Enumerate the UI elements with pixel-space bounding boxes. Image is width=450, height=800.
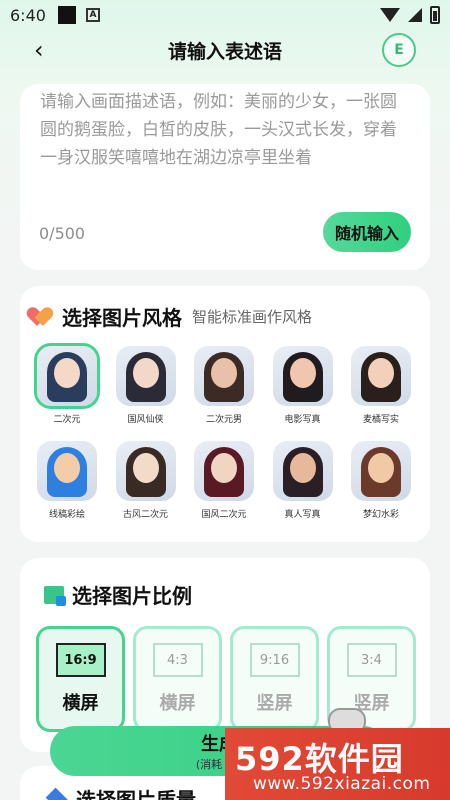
ratio-label: 横屏 [62,693,99,714]
style-subtitle: 智能标准画作风格 [192,308,313,326]
battery-icon [430,6,440,24]
watermark: 592软件园 www.592xiazai.com [225,728,450,800]
ratio-header: 选择图片比例 [44,580,192,609]
style-item[interactable]: 二次元 [34,343,100,425]
style-label: 二次元男 [205,415,242,425]
style-label: 线稿彩绘 [48,510,85,520]
style-item[interactable]: 电影写真 [272,346,333,425]
style-thumbnail[interactable] [194,441,254,501]
quality-title: 选择图片质量 [76,788,196,800]
style-item[interactable]: 国风二次元 [194,441,254,520]
style-item[interactable]: 国风仙侠 [115,346,176,425]
ratio-value: 3:4 [346,643,397,677]
back-icon[interactable]: ‹ [34,36,44,64]
ratio-option[interactable]: 4:3 横屏 [133,626,222,732]
style-thumbnail[interactable] [115,346,176,406]
random-input-button[interactable]: 随机输入 [323,212,411,252]
ratio-value: 16:9 [55,643,106,677]
ratio-option[interactable]: 9:16 竖屏 [230,626,319,732]
style-thumbnail[interactable] [34,343,100,409]
style-label: 梦幻水彩 [362,510,399,520]
style-item[interactable]: 真人写真 [272,441,333,520]
diamond-icon [45,787,69,800]
wifi-icon [380,8,400,22]
style-thumbnail[interactable] [272,346,333,406]
style-label: 真人写真 [284,510,321,520]
page-title: 请输入表述语 [167,40,282,63]
styles-grid: 二次元 国风仙侠 二次元男 电影写真 麦橘写实线稿彩绘 古风二次元 国风二次元 真人写真 梦幻水… [34,343,417,520]
signal-icon [408,8,422,22]
style-item[interactable]: 线稿彩绘 [37,441,97,520]
style-item[interactable]: 麦橘写实 [351,346,411,425]
ratio-icon [44,585,66,606]
style-thumbnail[interactable] [351,441,411,501]
ratio-option[interactable]: 16:9 横屏 [36,626,125,732]
style-label: 国风仙侠 [127,415,164,425]
ratio-label: 横屏 [159,693,196,714]
ratio-value: 4:3 [152,643,203,677]
status-time: 6:40 [10,5,46,25]
char-count: 0/500 [39,224,86,243]
guide-badge-icon[interactable]: E [382,33,416,67]
style-label: 二次元 [53,415,81,425]
style-label: 国风二次元 [201,510,247,520]
ratio-label: 竖屏 [256,693,293,714]
style-item[interactable]: 古风二次元 [115,441,176,520]
ratio-title: 选择图片比例 [72,584,192,608]
notification-square-icon [57,6,76,24]
style-thumbnail[interactable] [115,441,176,501]
prompt-card: 请输入画面描述语，例如：美丽的少女，一张圆圆的鹅蛋脸，白皙的皮肤，一头汉式长发，… [20,84,430,270]
top-nav: ‹ 请输入表述语 E [0,30,450,70]
style-title: 选择图片风格 [62,306,182,330]
watermark-url: www.592xiazai.com [253,774,431,794]
prompt-input[interactable]: 请输入画面描述语，例如：美丽的少女，一张圆圆的鹅蛋脸，白皙的皮肤，一头汉式长发，… [40,88,412,172]
style-label: 麦橘写实 [362,415,399,425]
style-card: 选择图片风格 智能标准画作风格 二次元 国风仙侠 二次元男 电影写真 麦橘写实线稿彩绘 古… [20,286,430,542]
style-thumbnail[interactable] [194,346,254,406]
heart-icon [32,306,54,328]
ratio-value: 9:16 [249,643,300,677]
a-notification-icon: A [85,8,100,22]
style-header: 选择图片风格 智能标准画作风格 [32,302,312,331]
status-bar: 6:40 A [0,0,450,30]
style-label: 古风二次元 [122,510,168,520]
quality-header: 选择图片质量 [45,784,196,800]
ratio-card: 选择图片比例 16:9 横屏 4:3 横屏 9:16 竖屏 3:4 竖屏 [20,558,430,752]
style-thumbnail[interactable] [272,441,333,501]
style-thumbnail[interactable] [37,441,97,501]
style-item[interactable]: 二次元男 [194,346,254,425]
style-item[interactable]: 梦幻水彩 [351,441,411,520]
style-label: 电影写真 [284,415,321,425]
style-thumbnail[interactable] [351,346,411,406]
